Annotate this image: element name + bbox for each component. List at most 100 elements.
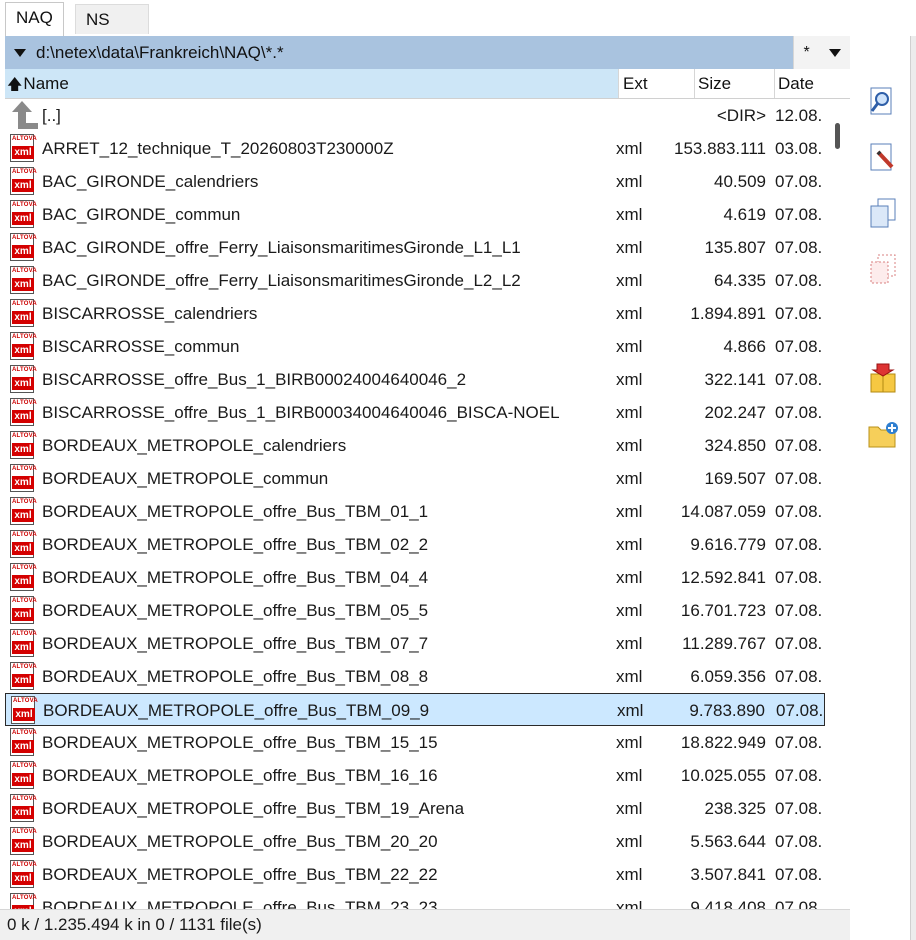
file-date: 07.08. bbox=[775, 766, 823, 785]
file-date: 07.08. bbox=[775, 667, 823, 686]
icon-brand-text: ALTOVA bbox=[12, 433, 37, 439]
icon-badge-text: xml bbox=[12, 443, 34, 456]
xml-file-icon: ALTOVA xml bbox=[8, 431, 38, 460]
file-name: BORDEAUX_METROPOLE_calendriers bbox=[42, 436, 347, 455]
file-date: 07.08. bbox=[775, 469, 823, 488]
xml-file-icon: ALTOVA xml bbox=[8, 365, 38, 394]
icon-badge-text: xml bbox=[12, 311, 34, 324]
column-date[interactable]: Date bbox=[775, 69, 850, 98]
column-name[interactable]: 🡅Name bbox=[5, 69, 619, 98]
edit-icon[interactable] bbox=[866, 140, 900, 174]
filter-button[interactable]: * bbox=[803, 44, 809, 62]
file-date: 07.08. bbox=[775, 370, 823, 389]
file-row[interactable]: ALTOVA xml BISCARROSSE_commun xml 4.866 07.08… bbox=[5, 330, 825, 363]
file-name: [..] bbox=[42, 106, 61, 125]
file-name: BISCARROSSE_calendriers bbox=[42, 304, 258, 323]
file-size: 322.141 bbox=[704, 370, 766, 389]
icon-badge-text: xml bbox=[12, 641, 34, 654]
file-row[interactable]: ALTOVA xml ARRET_12_technique_T_20260803T2… bbox=[5, 132, 825, 165]
file-row[interactable]: ALTOVA xml BORDEAUX_METROPOLE_calendriers x… bbox=[5, 429, 825, 462]
icon-badge-text: xml bbox=[13, 708, 35, 721]
file-ext: xml bbox=[616, 898, 643, 909]
file-row[interactable]: ALTOVAxmlBORDEAUX_METROPOLE_offre_Bus_TB… bbox=[5, 858, 825, 891]
xml-file-icon: ALTOVA xml bbox=[8, 134, 38, 163]
icon-brand-text: ALTOVA bbox=[12, 202, 37, 208]
file-row[interactable]: ALTOVA xml BISCARROSSE_offre_Bus_1_BIRB000… bbox=[5, 363, 825, 396]
file-row[interactable]: ALTOVA xml BISCARROSSE_offre_Bus_1_BIRB000… bbox=[5, 396, 825, 429]
file-name: BISCARROSSE_offre_Bus_1_BIRB000240046400… bbox=[42, 370, 467, 389]
file-ext: xml bbox=[616, 865, 643, 884]
view-icon[interactable] bbox=[866, 84, 900, 118]
icon-brand-text: ALTOVA bbox=[12, 631, 37, 637]
file-row[interactable]: ALTOVAxmlBORDEAUX_METROPOLE_offre_Bus_TB… bbox=[5, 660, 825, 693]
file-row[interactable]: ALTOVAxmlBORDEAUX_METROPOLE_offre_Bus_TB… bbox=[5, 693, 825, 726]
up-folder-icon bbox=[8, 101, 38, 130]
icon-badge-text: xml bbox=[12, 179, 34, 192]
file-ext: xml bbox=[616, 238, 643, 257]
icon-brand-text: ALTOVA bbox=[13, 698, 38, 704]
file-row[interactable]: ALTOVAxmlBORDEAUX_METROPOLE_offre_Bus_TB… bbox=[5, 561, 825, 594]
move-icon[interactable] bbox=[866, 252, 900, 286]
vertical-scrollbar[interactable] bbox=[826, 99, 850, 909]
xml-file-icon: ALTOVA xml bbox=[8, 827, 38, 856]
file-size: 4.619 bbox=[723, 205, 766, 224]
file-name: BORDEAUX_METROPOLE_offre_Bus_TBM_23_23 bbox=[42, 898, 438, 909]
new-folder-icon[interactable] bbox=[866, 418, 900, 452]
tab-naq[interactable]: NAQ bbox=[5, 2, 64, 36]
filter-dropdown-icon[interactable] bbox=[828, 48, 841, 57]
history-dropdown-icon[interactable] bbox=[14, 48, 26, 57]
icon-brand-text: ALTOVA bbox=[12, 334, 37, 340]
file-row[interactable]: ALTOVAxmlBORDEAUX_METROPOLE_offre_Bus_TB… bbox=[5, 627, 825, 660]
file-row[interactable]: ALTOVA xml BAC_GIRONDE_offre_Ferry_Liaison… bbox=[5, 264, 825, 297]
file-ext: xml bbox=[616, 403, 643, 422]
file-row[interactable]: ALTOVAxmlBORDEAUX_METROPOLE_offre_Bus_TB… bbox=[5, 825, 825, 858]
file-row[interactable]: ALTOVAxmlBORDEAUX_METROPOLE_offre_Bus_TB… bbox=[5, 792, 825, 825]
file-name: BORDEAUX_METROPOLE_offre_Bus_TBM_19_Aren… bbox=[42, 799, 465, 818]
file-row[interactable]: ALTOVA xml BAC_GIRONDE_calendriers xml 40.50… bbox=[5, 165, 825, 198]
file-row[interactable]: ALTOVA xml BAC_GIRONDE_commun xml 4.619 07.08… bbox=[5, 198, 825, 231]
file-name: BORDEAUX_METROPOLE_offre_Bus_TBM_04_4 bbox=[42, 568, 429, 587]
file-row[interactable]: ALTOVA xml BORDEAUX_METROPOLE_commun xml 169… bbox=[5, 462, 825, 495]
copy-icon[interactable] bbox=[866, 196, 900, 230]
file-name: BORDEAUX_METROPOLE_offre_Bus_TBM_01_1 bbox=[42, 502, 429, 521]
column-header: 🡅Name Ext Size Date bbox=[5, 69, 850, 99]
file-list[interactable]: [..] <DIR> 12.08. ALTOVA xml ARRET_12_tech… bbox=[5, 99, 825, 909]
file-size: 14.087.059 bbox=[680, 502, 766, 521]
icon-brand-text: ALTOVA bbox=[12, 565, 37, 571]
icon-badge-text: xml bbox=[12, 674, 34, 687]
icon-badge-text: xml bbox=[12, 740, 34, 753]
toolbar-edge bbox=[910, 36, 916, 940]
column-ext[interactable]: Ext bbox=[619, 69, 695, 98]
file-size: 40.509 bbox=[714, 172, 766, 191]
parent-dir-row[interactable]: [..] <DIR> 12.08. bbox=[5, 99, 825, 132]
file-row[interactable]: ALTOVA xml BAC_GIRONDE_offre_Ferry_Liaison… bbox=[5, 231, 825, 264]
current-path[interactable]: d:\netex\data\Frankreich\NAQ\*.* bbox=[36, 43, 793, 63]
file-row[interactable]: ALTOVA xml BISCARROSSE_calendriers xml 1.894… bbox=[5, 297, 825, 330]
column-size[interactable]: Size bbox=[695, 69, 775, 98]
file-date: 07.08. bbox=[775, 799, 823, 818]
tab-bar: NAQ NS bbox=[0, 0, 916, 36]
tab-ns[interactable]: NS bbox=[75, 4, 149, 34]
file-size: 9.616.779 bbox=[690, 535, 766, 554]
file-size: 18.822.949 bbox=[680, 733, 766, 752]
xml-file-icon: ALTOVA xml bbox=[8, 563, 38, 592]
scrollbar-thumb[interactable] bbox=[835, 123, 840, 149]
file-name: BORDEAUX_METROPOLE_offre_Bus_TBM_05_5 bbox=[42, 601, 429, 620]
file-row[interactable]: ALTOVAxmlBORDEAUX_METROPOLE_offre_Bus_TB… bbox=[5, 759, 825, 792]
file-ext: xml bbox=[616, 766, 643, 785]
pack-icon[interactable] bbox=[866, 362, 900, 396]
file-ext: xml bbox=[616, 601, 643, 620]
icon-brand-text: ALTOVA bbox=[12, 532, 37, 538]
xml-file-icon: ALTOVA xml bbox=[8, 167, 38, 196]
file-row[interactable]: ALTOVAxmlBORDEAUX_METROPOLE_offre_Bus_TB… bbox=[5, 495, 825, 528]
file-date: 07.08. bbox=[775, 568, 823, 587]
file-ext: xml bbox=[616, 436, 643, 455]
file-size: 16.701.723 bbox=[680, 601, 766, 620]
path-bar: d:\netex\data\Frankreich\NAQ\*.* * bbox=[5, 36, 850, 69]
file-ext: xml bbox=[616, 733, 643, 752]
icon-brand-text: ALTOVA bbox=[12, 796, 37, 802]
file-row[interactable]: ALTOVAxmlBORDEAUX_METROPOLE_offre_Bus_TB… bbox=[5, 594, 825, 627]
file-row[interactable]: ALTOVAxmlBORDEAUX_METROPOLE_offre_Bus_TB… bbox=[5, 528, 825, 561]
file-row[interactable]: ALTOVAxmlBORDEAUX_METROPOLE_offre_Bus_TB… bbox=[5, 726, 825, 759]
file-row[interactable]: ALTOVAxmlBORDEAUX_METROPOLE_offre_Bus_TB… bbox=[5, 891, 825, 909]
